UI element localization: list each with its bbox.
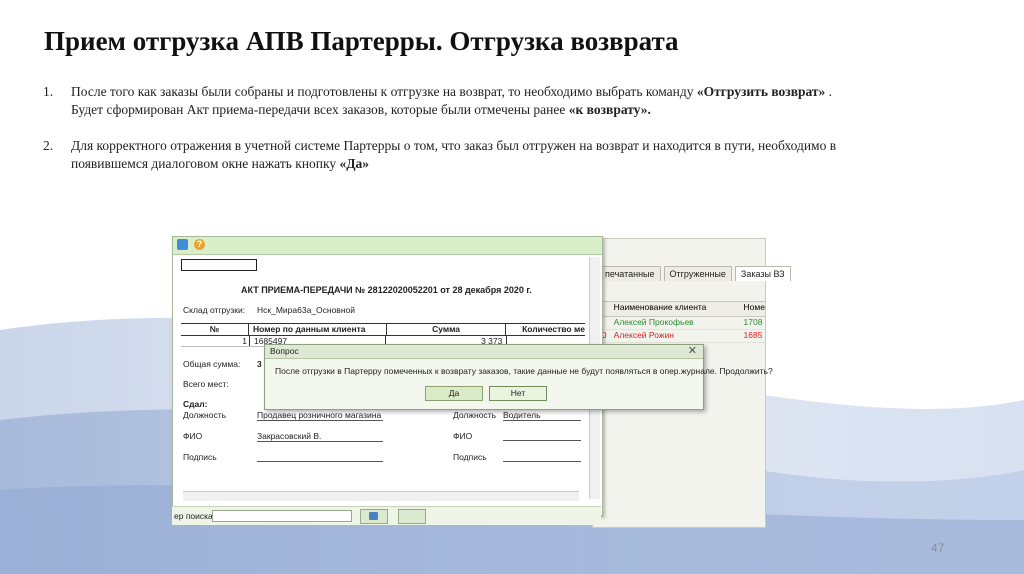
no-button[interactable]: Нет <box>489 386 547 401</box>
act-table-header: № Номер по данным клиента Сумма Количест… <box>181 323 585 336</box>
orders-table: e Наименование клиента Номе Алексей Прок… <box>597 301 765 343</box>
total-sum-value: 3 <box>257 359 262 369</box>
horizontal-scrollbar[interactable] <box>183 491 579 501</box>
instruction-step-1: 1. После того как заказы были собраны и … <box>43 83 863 119</box>
table-header: e Наименование клиента Номе <box>597 301 765 317</box>
total-sum-label: Общая сумма: <box>183 359 241 369</box>
instruction-list: 1. После того как заказы были собраны и … <box>43 83 863 191</box>
position-label: Должность <box>183 410 227 420</box>
orders-tabs: печатанные Отгруженные Заказы ВЗ <box>599 266 791 281</box>
step-number: 2. <box>43 138 54 153</box>
search-label: ер поиска: <box>174 511 216 521</box>
tab-return-orders[interactable]: Заказы ВЗ <box>734 266 791 281</box>
yes-button[interactable]: Да <box>425 386 483 401</box>
step-number: 1. <box>43 84 54 99</box>
instruction-step-2: 2. Для корректного отражения в учетной с… <box>43 137 863 173</box>
act-title: АКТ ПРИЕМА-ПЕРЕДАЧИ № 28122020052201 от … <box>241 285 532 295</box>
slide-title: Прием отгрузка АПВ Партерры. Отгрузка во… <box>44 26 679 56</box>
signature-label: Подпись <box>183 452 217 462</box>
position-value: Продавец розничного магазина <box>257 410 383 421</box>
dialog-message: После отгрузки в Партерру помеченных к в… <box>275 366 773 376</box>
fio-label: ФИО <box>183 431 203 441</box>
page-number: 47 <box>931 541 945 555</box>
signature-line <box>257 452 383 462</box>
app-screenshot: печатанные Отгруженные Заказы ВЗ e Наиме… <box>172 236 791 528</box>
table-row[interactable]: 00 Алексей Рожин 1685 <box>597 330 765 343</box>
step-text: После того как заказы были собраны и под… <box>71 84 833 117</box>
fio-value: Закрасовский В. <box>257 431 383 442</box>
dialog-header: Вопрос ✕ <box>265 345 703 359</box>
fio-line-receiver <box>503 431 581 441</box>
signature-line-receiver <box>503 452 581 462</box>
clear-search-button[interactable] <box>398 509 426 524</box>
tab-printed[interactable]: печатанные <box>599 266 661 281</box>
position-label-receiver: Должность <box>453 410 497 420</box>
search-button[interactable] <box>360 509 388 524</box>
dialog-title: Вопрос <box>270 346 299 356</box>
step-text: Для корректного отражения в учетной сист… <box>71 138 837 171</box>
handed-label: Сдал: <box>183 399 208 409</box>
close-icon[interactable]: ✕ <box>688 344 697 357</box>
search-bar: ер поиска: <box>172 506 601 525</box>
confirm-dialog: Вопрос ✕ После отгрузки в Партерру помеч… <box>264 344 773 410</box>
header-field-box <box>181 259 257 271</box>
places-label: Всего мест: <box>183 379 229 389</box>
signature-label-receiver: Подпись <box>453 452 487 462</box>
warehouse-label: Склад отгрузки: <box>183 305 246 315</box>
document-toolbar: ? <box>173 237 602 255</box>
search-input[interactable] <box>212 510 352 522</box>
tab-shipped[interactable]: Отгруженные <box>663 266 732 281</box>
print-icon <box>369 512 378 520</box>
table-row[interactable]: Алексей Прокофьев 1708 <box>597 317 765 330</box>
save-icon[interactable] <box>177 239 188 250</box>
help-icon[interactable]: ? <box>194 239 205 250</box>
fio-label-receiver: ФИО <box>453 431 473 441</box>
warehouse-value: Нск_Мира63а_Основной <box>257 305 355 315</box>
position-value-receiver: Водитель <box>503 410 581 421</box>
